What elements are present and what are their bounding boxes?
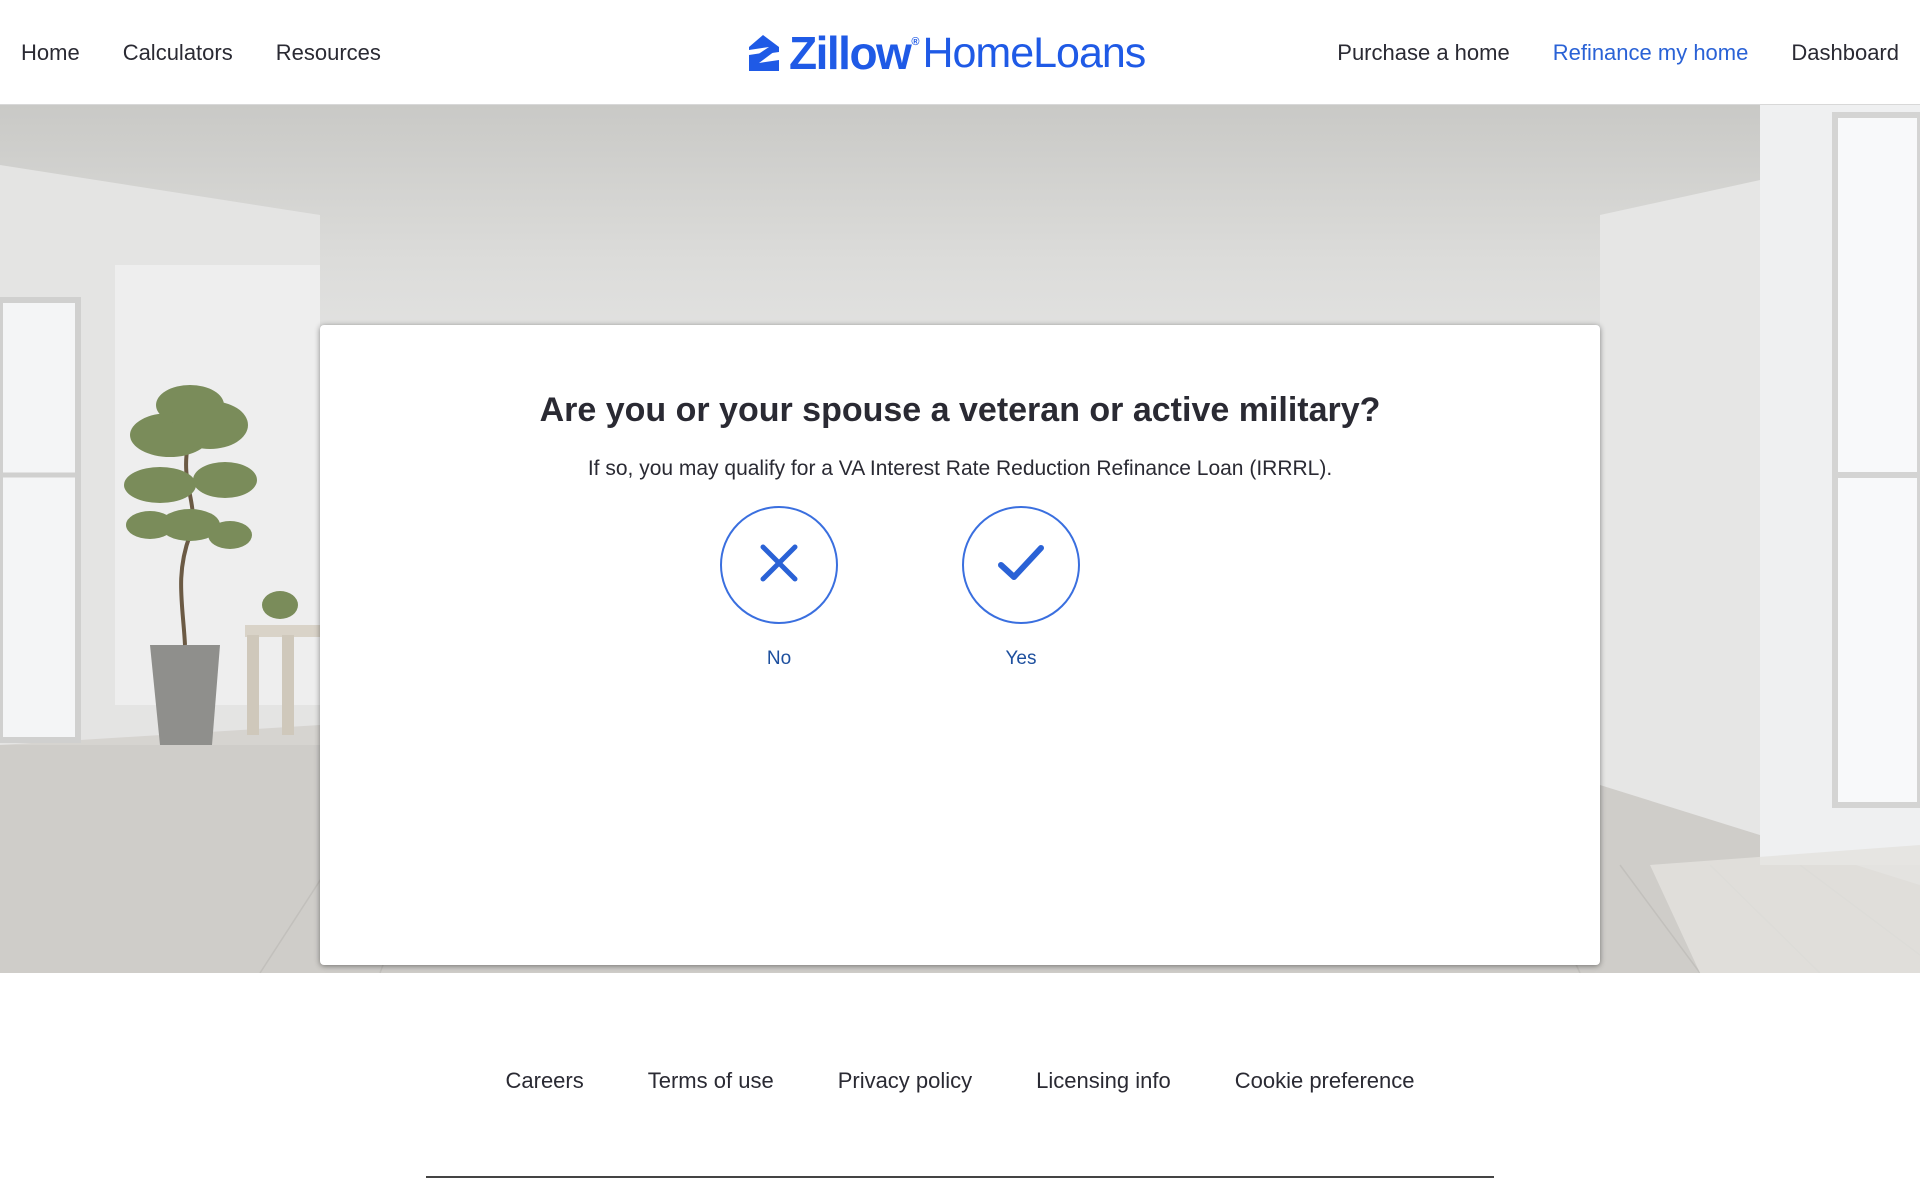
option-no-circle[interactable] <box>720 506 838 624</box>
primary-nav-left: Home Calculators Resources <box>21 0 424 105</box>
option-no-button[interactable]: No <box>709 506 849 670</box>
nav-link-dashboard[interactable]: Dashboard <box>1791 40 1899 66</box>
nav-link-home[interactable]: Home <box>21 40 80 66</box>
option-yes-label: Yes <box>1005 648 1037 669</box>
question-card: Are you or your spouse a veteran or acti… <box>320 325 1600 965</box>
nav-link-refinance-my-home[interactable]: Refinance my home <box>1553 40 1749 66</box>
footer-link-cookie-preference[interactable]: Cookie preference <box>1235 1068 1415 1094</box>
footer-divider <box>426 1176 1494 1178</box>
logo-registered-mark: ® <box>911 36 920 48</box>
nav-link-purchase-a-home[interactable]: Purchase a home <box>1337 40 1509 66</box>
footer-link-licensing-info[interactable]: Licensing info <box>1036 1068 1171 1094</box>
nav-link-calculators[interactable]: Calculators <box>123 40 233 66</box>
site-header: Home Calculators Resources Zillow ® Home… <box>0 0 1920 105</box>
footer-nav: Careers Terms of use Privacy policy Lice… <box>0 1068 1920 1094</box>
logo-brand-text: Zillow <box>789 27 912 79</box>
footer-link-privacy-policy[interactable]: Privacy policy <box>838 1068 972 1094</box>
footer-link-careers[interactable]: Careers <box>506 1068 584 1094</box>
primary-nav-right: Purchase a home Refinance my home Dashbo… <box>1294 0 1899 105</box>
hero-background: Are you or your spouse a veteran or acti… <box>0 105 1920 973</box>
logo-product-text: HomeLoans <box>922 28 1146 77</box>
zillow-home-loans-logo[interactable]: Zillow ® HomeLoans <box>745 27 1146 79</box>
question-title: Are you or your spouse a veteran or acti… <box>539 391 1381 429</box>
option-yes-button[interactable]: Yes <box>951 506 1091 670</box>
question-subtitle: If so, you may qualify for a VA Interest… <box>587 457 1333 480</box>
option-yes-circle[interactable] <box>962 506 1080 624</box>
zillow-house-logo-icon <box>745 33 781 73</box>
nav-link-resources[interactable]: Resources <box>276 40 381 66</box>
x-icon <box>759 543 799 588</box>
footer-link-terms-of-use[interactable]: Terms of use <box>648 1068 774 1094</box>
option-no-label: No <box>766 648 792 669</box>
checkmark-icon <box>997 543 1045 588</box>
